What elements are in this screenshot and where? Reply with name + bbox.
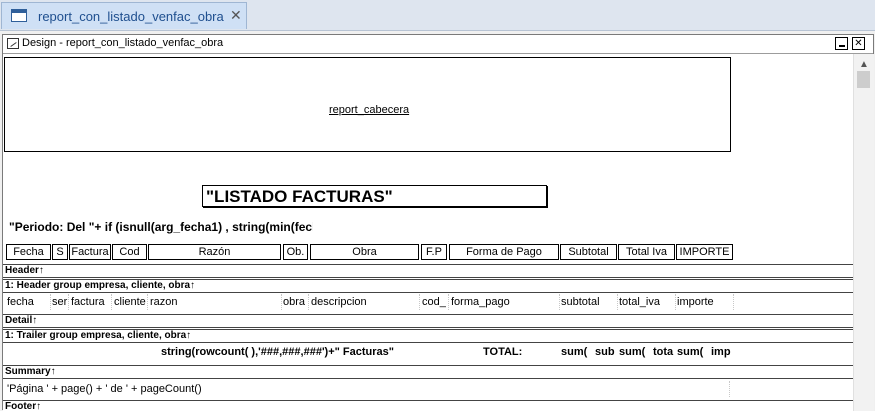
col-header-obra[interactable]: Obra: [310, 244, 419, 260]
col-header-fecha[interactable]: Fecha: [6, 244, 51, 260]
report-design-canvas[interactable]: report_cabecera "LISTADO FACTURAS" "Peri…: [3, 54, 853, 411]
tab-close-icon[interactable]: ✕: [230, 7, 242, 24]
field-factura[interactable]: factura: [71, 294, 112, 310]
field-total-iva[interactable]: total_iva: [619, 294, 676, 310]
band-summary[interactable]: Summary↑: [3, 365, 853, 379]
band-detail[interactable]: Detail↑: [3, 314, 853, 328]
trailer-sum-importe-arg[interactable]: imp: [711, 344, 735, 360]
summary-page-expression[interactable]: 'Página ' + page() + ' de ' + pageCount(…: [7, 381, 730, 397]
scroll-up-icon[interactable]: ▲: [859, 59, 869, 70]
col-header-fp[interactable]: F.P: [421, 244, 447, 260]
col-header-forma-pago[interactable]: Forma de Pago: [449, 244, 559, 260]
band-trailer[interactable]: 1: Trailer group empresa, cliente, obra↑: [3, 329, 853, 343]
document-tab[interactable]: report_con_listado_venfac_obra ✕: [1, 2, 247, 29]
field-descripcion[interactable]: descripcion: [311, 294, 420, 310]
trailer-sum-total-iva-arg[interactable]: tota: [653, 344, 677, 360]
report-cabecera-link[interactable]: report_cabecera: [329, 104, 409, 116]
trailer-sum-total-iva[interactable]: sum(: [619, 344, 649, 360]
col-header-total-iva[interactable]: Total Iva: [618, 244, 675, 260]
col-header-importe[interactable]: IMPORTE: [676, 244, 733, 260]
col-header-ob[interactable]: Ob.: [283, 244, 308, 260]
field-subtotal[interactable]: subtotal: [561, 294, 618, 310]
field-importe[interactable]: importe: [677, 294, 734, 310]
window-titlebar: Design - report_con_listado_venfac_obra …: [3, 35, 873, 54]
field-obra[interactable]: obra: [283, 294, 309, 310]
field-razon[interactable]: razon: [150, 294, 282, 310]
col-header-s[interactable]: S: [52, 244, 68, 260]
field-cod[interactable]: cod_: [422, 294, 449, 310]
trailer-total-label[interactable]: TOTAL:: [483, 344, 528, 360]
design-window: Design - report_con_listado_venfac_obra …: [2, 34, 874, 411]
periodo-expression[interactable]: "Periodo: Del "+ if (isnull(arg_fecha1) …: [9, 220, 313, 234]
scroll-thumb[interactable]: [857, 71, 870, 88]
trailer-sum-subtotal[interactable]: sum(: [561, 344, 591, 360]
report-title-box[interactable]: "LISTADO FACTURAS": [202, 185, 547, 207]
minimize-button[interactable]: [835, 37, 848, 50]
col-header-subtotal[interactable]: Subtotal: [560, 244, 617, 260]
band-header[interactable]: Header↑: [3, 264, 853, 278]
col-header-cod[interactable]: Cod: [112, 244, 147, 260]
design-icon: [7, 38, 19, 49]
trailer-count-expression[interactable]: string(rowcount( ),'###,###,###')+" Fact…: [161, 344, 405, 360]
header-report-box[interactable]: report_cabecera: [4, 57, 731, 152]
vertical-scrollbar[interactable]: ▲: [853, 54, 874, 411]
col-header-razon[interactable]: Razón: [148, 244, 281, 260]
window-title: Design - report_con_listado_venfac_obra: [22, 37, 224, 49]
field-fecha[interactable]: fecha: [7, 294, 51, 310]
close-button[interactable]: ✕: [852, 37, 865, 50]
field-forma-pago[interactable]: forma_pago: [451, 294, 560, 310]
field-cliente[interactable]: cliente: [114, 294, 148, 310]
document-tab-bar: report_con_listado_venfac_obra ✕: [0, 0, 875, 31]
band-footer[interactable]: Footer↑: [3, 400, 853, 411]
tab-label: report_con_listado_venfac_obra: [38, 9, 224, 24]
window-icon: [11, 9, 27, 22]
field-ser[interactable]: ser: [52, 294, 69, 310]
trailer-sum-subtotal-arg[interactable]: sub: [595, 344, 619, 360]
report-title-text: "LISTADO FACTURAS": [206, 187, 393, 206]
col-header-factura[interactable]: Factura: [69, 244, 111, 260]
band-group-header[interactable]: 1: Header group empresa, cliente, obra↑: [3, 279, 853, 293]
trailer-sum-importe[interactable]: sum(: [677, 344, 707, 360]
